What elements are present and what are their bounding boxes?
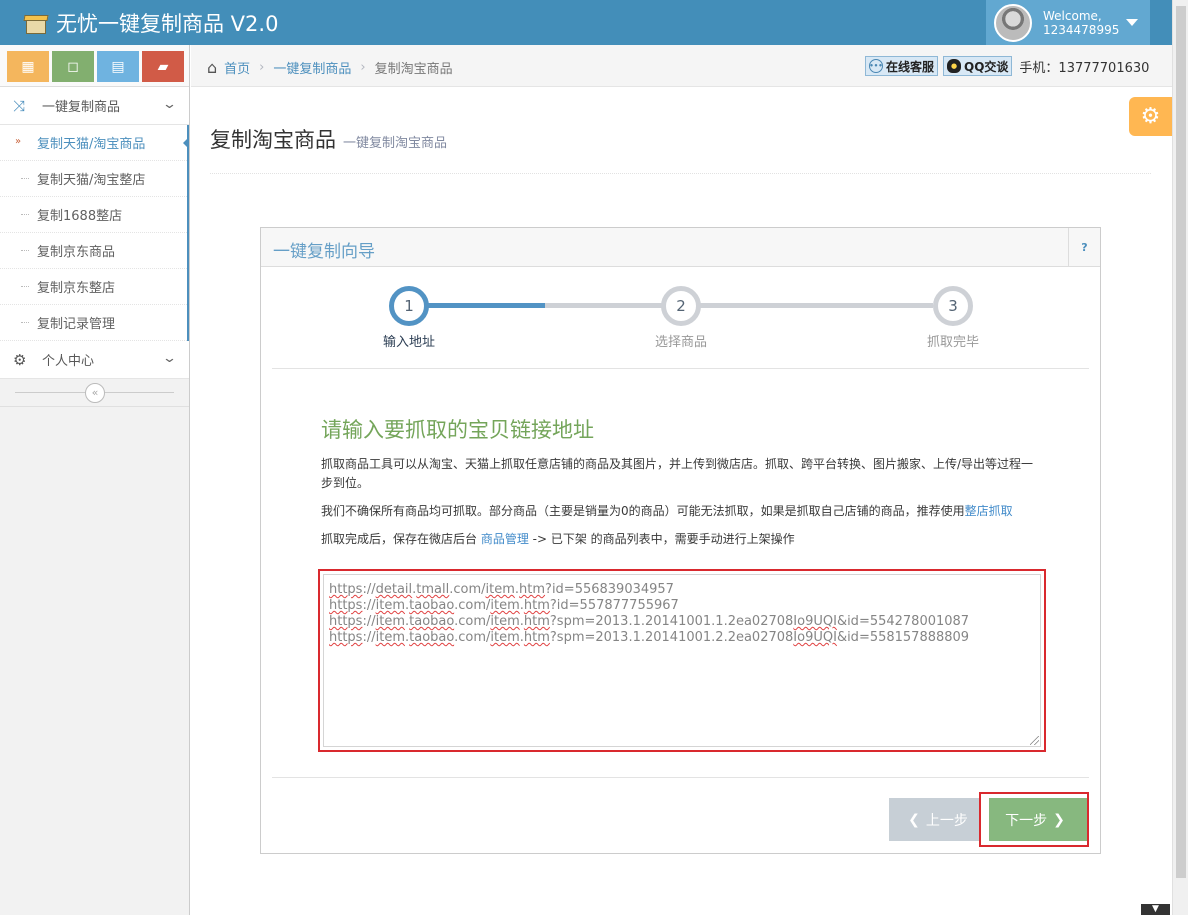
content-heading: 请输入要抓取的宝贝链接地址	[321, 418, 594, 442]
sidebar-item-label: 复制记录管理	[37, 317, 116, 332]
active-pointer-icon	[183, 137, 189, 149]
chevron-right-icon: ❯	[1053, 811, 1065, 828]
chevron-left-icon: ❮	[908, 811, 920, 828]
url-textarea[interactable]: https://detail.tmall.com/item.htm?id=556…	[323, 574, 1041, 747]
user-id: 1234478995	[1043, 22, 1120, 37]
online-service-button[interactable]: ••• 在线客服	[865, 56, 939, 76]
caret-down-icon	[1126, 19, 1138, 26]
whole-shop-link[interactable]: 整店抓取	[965, 504, 1013, 518]
url-line: https://item.taobao.com/item.htm?id=5578…	[329, 598, 679, 613]
sidebar-item-label: 复制京东整店	[37, 281, 116, 296]
qq-chat-button[interactable]: ● QQ交谈	[943, 56, 1013, 76]
note-paragraph: 抓取完成后，保存在微店后台 商品管理 -> 已下架 的商品列表中，需要手动进行上…	[321, 530, 1041, 549]
step-1-circle: 1	[389, 286, 429, 326]
sidebar-item-label: 复制1688整店	[37, 209, 123, 224]
step-2-circle: 2	[661, 286, 701, 326]
online-service-label: 在线客服	[886, 59, 935, 74]
warning-paragraph: 我们不确保所有商品均可抓取。部分商品（主要是销量为0的商品）可能无法抓取，如果是…	[321, 502, 1041, 521]
collapse-sidebar-icon[interactable]: «	[85, 383, 105, 403]
sidebar-item-label: 复制京东商品	[37, 245, 116, 260]
chat-icon: •••	[869, 59, 883, 73]
wizard-content: 请输入要抓取的宝贝链接地址 抓取商品工具可以从淘宝、天猫上抓取任意店铺的商品及其…	[321, 414, 1041, 558]
sidebar: ▦ ◻ ▤ ▰ ⤨ 一键复制商品 ⌄ » 复制天猫/淘宝商品 复制天猫/淘宝整店…	[0, 45, 190, 915]
url-textarea-highlight: https://detail.tmall.com/item.htm?id=556…	[318, 569, 1046, 752]
resize-handle-icon[interactable]	[1030, 736, 1039, 745]
step-progress-line	[689, 303, 933, 308]
warning-text: 我们不确保所有商品均可抓取。部分商品（主要是销量为0的商品）可能无法抓取，如果是…	[321, 504, 965, 518]
window-scrollbar[interactable]	[1172, 0, 1188, 915]
welcome-text: Welcome,	[1043, 8, 1102, 23]
wizard-widget: 一键复制向导 ? 1 输入地址 2 选择商品 3 抓取完毕 请输入要抓取的宝贝链…	[260, 227, 1101, 854]
help-button[interactable]: ?	[1068, 228, 1100, 267]
wizard-steps: 1 输入地址 2 选择商品 3 抓取完毕	[272, 273, 1089, 369]
sidebar-item-label: 复制天猫/淘宝整店	[37, 173, 146, 188]
phone-number: 手机：13777701630	[1019, 60, 1150, 76]
breadcrumb-section[interactable]: 一键复制商品	[273, 58, 351, 77]
breadcrumb: ⌂ 首页 › 一键复制商品 › 复制淘宝商品	[207, 58, 453, 77]
page-title: 复制淘宝商品	[210, 128, 336, 152]
widget-title: 一键复制向导	[273, 242, 375, 262]
sidebar-item-copy-jd-shop[interactable]: 复制京东整店	[0, 269, 187, 305]
app-title: 无忧一键复制商品 V2.0	[56, 12, 279, 36]
scrollbar-thumb[interactable]	[1176, 6, 1186, 878]
qq-penguin-icon: ●	[947, 59, 962, 73]
user-menu[interactable]: Welcome, 1234478995	[986, 0, 1150, 45]
breadcrumb-current: 复制淘宝商品	[374, 62, 453, 77]
avatar	[994, 3, 1032, 42]
product-management-link[interactable]: 商品管理	[481, 532, 529, 546]
note-text-pre: 抓取完成后，保存在微店后台	[321, 532, 481, 546]
brand[interactable]: 无忧一键复制商品 V2.0	[23, 8, 279, 38]
breadcrumb-bar: ⌂ 首页 › 一键复制商品 › 复制淘宝商品 ••• 在线客服 ● QQ交谈 手…	[191, 45, 1172, 87]
prev-step-button[interactable]: ❮ 上一步	[889, 798, 981, 841]
url-line: https://item.taobao.com/item.htm?spm=201…	[329, 614, 970, 629]
gear-icon: ⚙	[13, 350, 27, 369]
chevron-right-icon: ›	[259, 60, 265, 75]
url-line: https://detail.tmall.com/item.htm?id=556…	[329, 582, 674, 597]
step-2-label: 选择商品	[654, 335, 707, 350]
sidebar-group-copy[interactable]: ⤨ 一键复制商品 ⌄	[0, 87, 189, 125]
top-navbar: 无忧一键复制商品 V2.0 Welcome, 1234478995	[0, 0, 1172, 45]
step-3-label: 抓取完毕	[926, 335, 979, 350]
sidebar-item-copy-jd-item[interactable]: 复制京东商品	[0, 233, 187, 269]
page-subtitle: 一键复制淘宝商品	[343, 136, 448, 151]
prev-step-label: 上一步	[925, 812, 968, 829]
sidebar-item-copy-records[interactable]: 复制记录管理	[0, 305, 187, 341]
book-icon[interactable]: ▰	[142, 51, 184, 82]
shuffle-icon: ⤨	[13, 96, 26, 115]
sidebar-item-copy-1688-shop[interactable]: 复制1688整店	[0, 197, 187, 233]
description-paragraph: 抓取商品工具可以从淘宝、天猫上抓取任意店铺的商品及其图片，并上传到微店店。抓取、…	[321, 457, 1034, 490]
step-progress-line	[417, 303, 545, 308]
double-angle-right-icon: »	[15, 136, 22, 147]
contact-area: ••• 在线客服 ● QQ交谈 手机：13777701630	[865, 56, 1149, 76]
box-icon	[23, 11, 49, 35]
sidebar-group-label: 个人中心	[42, 354, 95, 369]
home-icon: ⌂	[207, 58, 218, 77]
sidebar-group-label: 一键复制商品	[42, 100, 121, 115]
grid-icon[interactable]: ▤	[97, 51, 139, 82]
qq-chat-label: QQ交谈	[964, 59, 1009, 74]
page-header: 复制淘宝商品 一键复制淘宝商品	[210, 120, 1151, 174]
chevron-right-icon: ›	[360, 60, 366, 75]
sidebar-submenu: » 复制天猫/淘宝商品 复制天猫/淘宝整店 复制1688整店 复制京东商品 复制…	[0, 125, 189, 341]
note-text-post: -> 已下架 的商品列表中，需要手动进行上架操作	[528, 532, 795, 546]
sidebar-group-personal[interactable]: ⚙ 个人中心 ⌄	[0, 341, 189, 379]
sidebar-item-copy-tmall-item[interactable]: » 复制天猫/淘宝商品	[0, 125, 189, 161]
chevron-down-icon: ⌄	[161, 97, 178, 112]
sidebar-item-label: 复制天猫/淘宝商品	[37, 137, 146, 152]
widget-footer-divider	[272, 777, 1089, 778]
sidebar-item-copy-tmall-shop[interactable]: 复制天猫/淘宝整店	[0, 161, 187, 197]
step-3-circle: 3	[933, 286, 973, 326]
sidebar-shortcuts: ▦ ◻ ▤ ▰	[0, 45, 189, 87]
breadcrumb-home[interactable]: 首页	[224, 58, 250, 77]
step-1-label: 输入地址	[382, 335, 435, 350]
next-step-button[interactable]: 下一步 ❯	[989, 798, 1087, 841]
url-line: https://item.taobao.com/item.htm?spm=201…	[329, 630, 970, 645]
sidebar-collapse-bar: «	[0, 379, 189, 407]
next-step-label: 下一步	[1005, 812, 1048, 829]
chevron-down-icon: ⌄	[161, 351, 178, 366]
calendar-icon[interactable]: ▦	[7, 51, 49, 82]
square-icon[interactable]: ◻	[52, 51, 94, 82]
scroll-down-icon[interactable]: ▼	[1141, 904, 1170, 915]
widget-header: 一键复制向导 ?	[261, 228, 1100, 267]
